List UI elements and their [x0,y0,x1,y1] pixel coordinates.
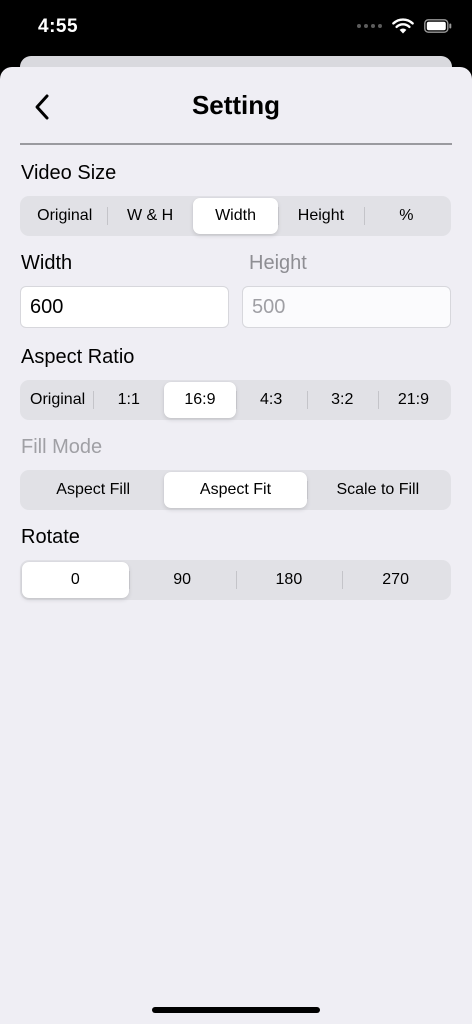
rotate-option-270[interactable]: 270 [342,562,449,598]
aspect-ratio-option-21-9[interactable]: 21:9 [377,382,449,418]
fill-mode-label: Fill Mode [21,436,103,458]
rotate-label: Rotate [21,526,80,548]
width-input[interactable] [20,286,229,328]
aspect-ratio-option-3-2[interactable]: 3:2 [306,382,378,418]
navigation-bar: Setting [0,67,472,144]
rotate-option-180[interactable]: 180 [235,562,343,598]
page-title: Setting [191,90,281,120]
aspect-ratio-option-1-1[interactable]: 1:1 [93,382,164,418]
video-size-label: Video Size [21,162,117,184]
aspect-ratio-label: Aspect Ratio [21,346,135,368]
rotate-option-0[interactable]: 0 [22,562,129,598]
wifi-icon [392,18,414,34]
status-time: 4:55 [38,16,79,37]
status-bar: 4:55 [0,0,472,56]
cellular-signal-icon [357,24,382,28]
aspect-ratio-segmented-control: Original 1:1 16:9 4:3 3:2 21:9 [20,380,451,420]
rotate-option-90[interactable]: 90 [128,562,236,598]
aspect-ratio-option-16-9[interactable]: 16:9 [164,382,236,418]
video-size-segmented-control: Original W & H Width Height % [20,196,451,236]
title-divider [20,143,452,145]
fill-mode-option-scale-to-fill[interactable]: Scale to Fill [306,472,449,508]
video-size-option-original[interactable]: Original [22,198,107,234]
fill-mode-segmented-control: Aspect Fill Aspect Fit Scale to Fill [20,470,451,510]
video-size-option-height[interactable]: Height [278,198,363,234]
rotate-segmented-control: 0 90 180 270 [20,560,451,600]
aspect-ratio-option-original[interactable]: Original [22,382,93,418]
height-label: Height [249,252,307,274]
aspect-ratio-option-4-3[interactable]: 4:3 [235,382,307,418]
status-icons [357,18,452,34]
fill-mode-option-aspect-fill[interactable]: Aspect Fill [22,472,164,508]
settings-sheet: Setting Video Size Original W & H Width … [0,67,472,1024]
video-size-option-width[interactable]: Width [192,198,279,234]
height-input [242,286,451,328]
video-size-option-w-h[interactable]: W & H [107,198,192,234]
width-label: Width [21,252,73,274]
video-size-option-percent[interactable]: % [363,198,449,234]
battery-icon [424,19,452,33]
home-indicator[interactable] [152,1007,320,1013]
fill-mode-option-aspect-fit[interactable]: Aspect Fit [164,472,307,508]
